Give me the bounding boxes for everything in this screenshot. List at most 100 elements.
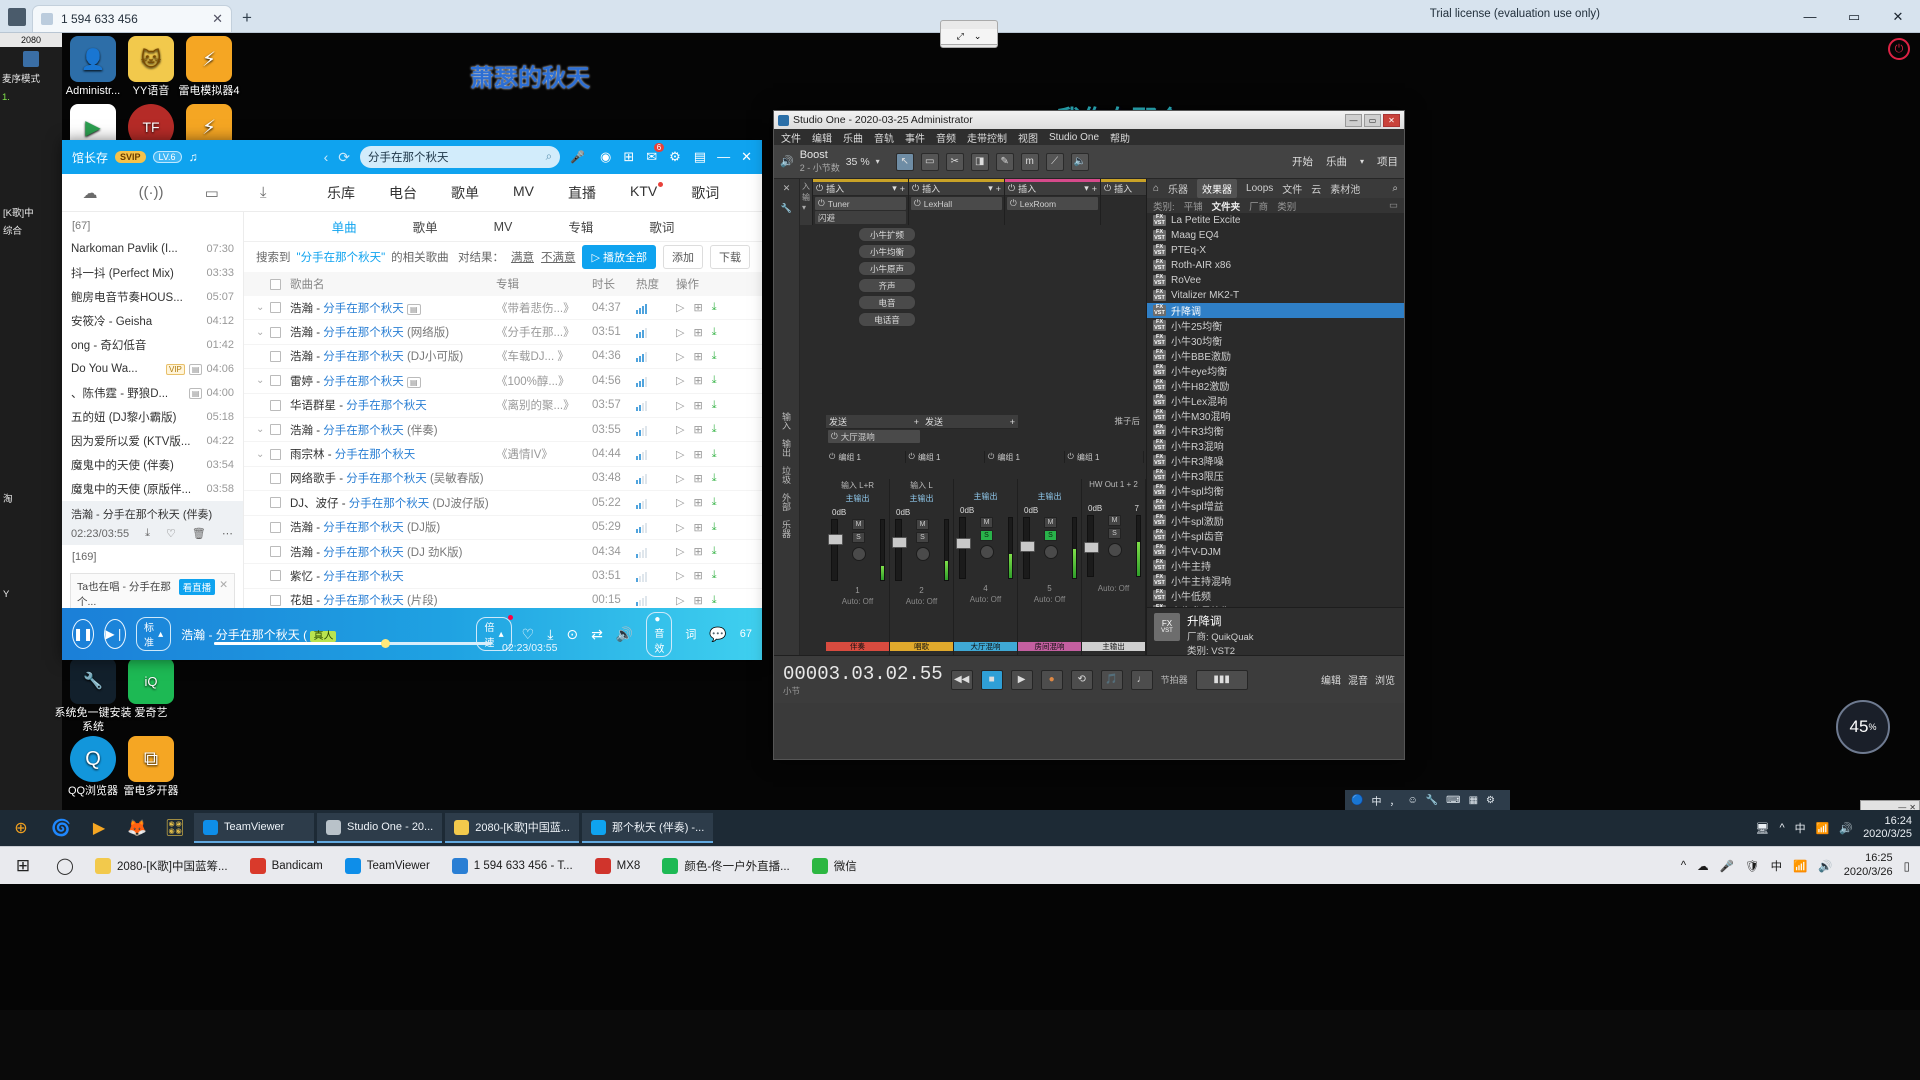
plugin-list-item[interactable]: FX VST 小牛30均衡 xyxy=(1147,333,1404,348)
fader-handle[interactable] xyxy=(955,538,971,549)
pan-knob[interactable] xyxy=(1107,543,1122,557)
plugin-list-item[interactable]: FX VST 小牛25均衡 xyxy=(1147,318,1404,333)
play-icon[interactable]: ▷ xyxy=(676,423,684,436)
microphone-icon[interactable]: 🎤 xyxy=(570,150,585,164)
ime-tools-icon[interactable]: 🔧 xyxy=(1426,795,1438,806)
plugin-list-item[interactable]: FX VST Vitalizer MK2-T xyxy=(1147,288,1404,303)
zone-cell[interactable]: ⏻ 编组 1 xyxy=(906,451,985,463)
taskbar-browser-icon[interactable]: 🌀 xyxy=(42,810,80,846)
left-vert-item-0[interactable]: [K歌]中 xyxy=(0,203,62,221)
channel-fader[interactable] xyxy=(827,519,843,581)
mute-button[interactable]: M xyxy=(980,517,993,528)
s1-minimize-button[interactable]: — xyxy=(1345,113,1362,127)
solo-button[interactable]: S xyxy=(916,532,929,543)
eraser-tool-icon[interactable]: ◨ xyxy=(970,152,989,171)
channel-db[interactable]: 0dB xyxy=(832,508,846,517)
play-icon[interactable]: ▷ xyxy=(676,594,684,607)
favorite-icon[interactable]: ♡ xyxy=(166,527,176,540)
rail-label-external[interactable]: 外部 xyxy=(780,493,793,511)
plugin-list-item[interactable]: FX VST 小牛eye均衡 xyxy=(1147,363,1404,378)
sidebar-song-item[interactable]: 安筱冷 - Geisha 04:12 xyxy=(62,309,243,333)
add-icon[interactable]: ⊞ xyxy=(693,569,702,582)
window-close-button[interactable]: ✕ xyxy=(1876,0,1920,33)
sub-tab-4[interactable]: 歌词 xyxy=(649,217,674,236)
play-icon[interactable]: ▷ xyxy=(676,496,684,509)
sound-effect-button[interactable]: ●音效 xyxy=(646,611,673,657)
menu-item-5[interactable]: 音频 xyxy=(936,130,956,145)
taskbar-app-button[interactable]: Studio One - 20... xyxy=(317,813,443,843)
filter-2[interactable]: 厂商 xyxy=(1249,199,1268,213)
artist-name[interactable]: 紫忆 xyxy=(290,571,313,583)
channel-name-strip[interactable]: 房间混响 xyxy=(1018,642,1082,651)
table-row[interactable]: ⌄ 雨宗林 - 分手在那个秋天 《遇情IV》 04:44 ▷ ⊞ ⤓ xyxy=(244,442,762,467)
close-icon[interactable]: ✕ xyxy=(219,579,228,591)
download-icon[interactable]: ⤓ xyxy=(712,399,717,412)
zone-cell[interactable]: ⏻ 编组 1 xyxy=(1065,451,1144,463)
mute-tool-icon[interactable]: m xyxy=(1020,152,1039,171)
browser-tab-4[interactable]: 云 xyxy=(1311,181,1321,196)
rail-label-input[interactable]: 输入 xyxy=(780,412,793,430)
menu-item-3[interactable]: 音轨 xyxy=(874,130,894,145)
table-row[interactable]: 紫忆 - 分手在那个秋天 03:51 ▷ ⊞ ⤓ xyxy=(244,564,762,589)
add-icon[interactable]: ⊞ xyxy=(693,423,702,436)
plugin-list-item[interactable]: FX VST 小牛主持 xyxy=(1147,558,1404,573)
comment-icon[interactable]: 💬 xyxy=(709,626,726,643)
play-icon[interactable]: ▷ xyxy=(676,399,684,412)
search-icon[interactable]: ⌕ xyxy=(546,151,552,164)
player-progress-bar[interactable] xyxy=(214,639,492,648)
chevron-down-icon[interactable]: ▾ xyxy=(892,183,897,194)
transport-metronome-button[interactable]: 🎵 xyxy=(1100,669,1123,690)
plugin-list-item[interactable]: FX VST 小牛R3均衡 xyxy=(1147,423,1404,438)
download-icon[interactable]: ⤓ xyxy=(712,496,717,509)
plugin-list-item[interactable]: FX VST Maag EQ4 xyxy=(1147,228,1404,243)
play-icon[interactable]: ▷ xyxy=(676,521,684,534)
play-icon[interactable]: ▷ xyxy=(676,326,684,339)
s1-tab-start[interactable]: 开始 xyxy=(1292,154,1313,169)
mute-button[interactable]: M xyxy=(1108,515,1121,526)
insert-sub-slot[interactable]: 闪避 xyxy=(815,211,906,224)
channel-fader[interactable] xyxy=(1019,517,1035,579)
plugin-list-item[interactable]: FX VST Roth-AIR x86 xyxy=(1147,258,1404,273)
pause-button[interactable]: ❚❚ xyxy=(72,619,95,649)
rail-label-instrument[interactable]: 乐器 xyxy=(780,520,793,538)
filter-0[interactable]: 平铺 xyxy=(1184,199,1203,213)
browser-tab-5[interactable]: 素材池 xyxy=(1330,181,1360,196)
close-icon[interactable]: ✕ xyxy=(212,11,223,27)
song-link[interactable]: 分手在那个秋天 xyxy=(346,473,427,485)
rail-label-output[interactable]: 输出 xyxy=(780,439,793,457)
maximize-button[interactable]: ▭ xyxy=(1832,0,1876,33)
taskbar-app-button[interactable]: 1 594 633 456 - T... xyxy=(441,847,584,885)
solo-button[interactable]: S xyxy=(852,532,865,543)
play-icon[interactable]: ▷ xyxy=(676,569,684,582)
taskbar-app-button[interactable]: 2080-[K歌]中国蓝... xyxy=(445,813,579,843)
power-icon[interactable]: ⏻ xyxy=(818,198,825,209)
sidebar-song-item[interactable]: 魔鬼中的天使 (伴奏) 03:54 xyxy=(62,453,243,477)
song-link[interactable]: 分手在那个秋天 xyxy=(323,327,404,339)
ime-comma-icon[interactable]: ， xyxy=(1389,793,1399,808)
left-vert-item-1[interactable]: 综合 xyxy=(0,221,62,239)
target-icon[interactable]: ◉ xyxy=(600,149,611,165)
download-icon[interactable]: ⤓ xyxy=(712,374,717,387)
nav-tab-3[interactable]: MV xyxy=(513,183,534,203)
table-row[interactable]: ⌄ 雷婷 - 分手在那个秋天 ▤ 《100%醇...》 04:56 ▷ ⊞ ⤓ xyxy=(244,369,762,394)
start-button[interactable]: ⊞ xyxy=(0,856,46,876)
artist-name[interactable]: 浩瀚 xyxy=(290,547,313,559)
tray-volume-icon[interactable]: 🔊 xyxy=(1818,859,1832,873)
tray-net-icon[interactable]: 📶 xyxy=(1793,859,1807,873)
browser-plugin-list[interactable]: FX VST La Petite Excite FX VST Maag EQ4 FX VST P… xyxy=(1147,213,1404,607)
lyrics-button[interactable]: 词 xyxy=(685,626,696,642)
sidebar-song-item[interactable]: 鲍房电音节奏HOUS... 05:07 xyxy=(62,285,243,309)
artist-name[interactable]: DJ、波仔 xyxy=(290,498,339,510)
fader-handle[interactable] xyxy=(827,534,843,545)
song-link[interactable]: 分手在那个秋天 xyxy=(323,376,404,388)
song-link[interactable]: 分手在那个秋天 xyxy=(323,547,404,559)
resize-icon[interactable]: ⤢ xyxy=(957,31,964,42)
filter-1[interactable]: 文件夹 xyxy=(1212,199,1241,213)
song-link[interactable]: 分手在那个秋天 xyxy=(346,400,427,412)
channel-name-strip[interactable]: 唱歌 xyxy=(890,642,954,651)
download-icon[interactable]: ⤓ xyxy=(145,527,150,540)
taskbar-app-button[interactable]: MX8 xyxy=(584,847,652,885)
table-row[interactable]: ⌄ 浩瀚 - 分手在那个秋天 ▤ 《带着悲伤...》 04:37 ▷ ⊞ ⤓ xyxy=(244,296,762,321)
nav-tab-6[interactable]: 歌词 xyxy=(691,183,719,203)
channel-name-strip[interactable]: 大厅混响 xyxy=(954,642,1018,651)
